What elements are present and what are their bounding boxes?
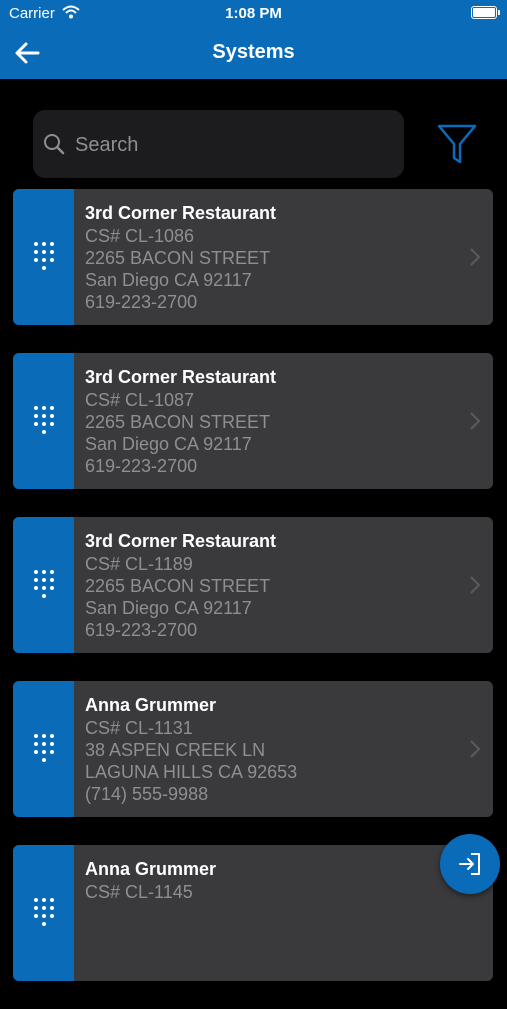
card-accent (13, 845, 74, 981)
system-card[interactable]: 3rd Corner Restaurant CS# CL-1189 2265 B… (13, 517, 493, 653)
keypad-icon (34, 898, 54, 926)
system-street: 2265 BACON STREET (85, 248, 271, 268)
app-header: Carrier 1:08 PM Systems (0, 0, 507, 79)
system-city: San Diego CA 92117 (85, 598, 252, 618)
logout-button[interactable] (440, 834, 500, 894)
system-city: LAGUNA HILLS CA 92653 (85, 762, 298, 782)
keypad-icon (34, 242, 54, 270)
sign-in-icon (459, 853, 480, 875)
system-card[interactable]: Anna Grummer CS# CL-1131 38 ASPEN CREEK … (13, 681, 493, 817)
keypad-icon (34, 406, 54, 434)
chevron-right-icon (470, 248, 481, 266)
system-name: Anna Grummer (85, 859, 217, 879)
system-card[interactable]: 3rd Corner Restaurant CS# CL-1087 2265 B… (13, 353, 493, 489)
chevron-right-icon (470, 412, 481, 430)
card-accent (13, 353, 74, 489)
system-card[interactable]: Anna Grummer CS# CL-1145 (13, 845, 493, 981)
page-title: Systems (212, 41, 295, 63)
system-phone: 619-223-2700 (85, 620, 198, 640)
card-accent (13, 517, 74, 653)
status-time: 1:08 PM (225, 5, 282, 22)
status-bar: Carrier 1:08 PM (0, 0, 507, 28)
keypad-icon (34, 570, 54, 598)
system-phone: 619-223-2700 (85, 292, 198, 312)
system-city: San Diego CA 92117 (85, 270, 252, 290)
chevron-right-icon (470, 740, 481, 758)
system-street: 2265 BACON STREET (85, 576, 271, 596)
system-street: 38 ASPEN CREEK LN (85, 740, 266, 760)
system-name: 3rd Corner Restaurant (85, 203, 277, 223)
system-card[interactable]: 3rd Corner Restaurant CS# CL-1086 2265 B… (13, 189, 493, 325)
system-cs-number: CS# CL-1086 (85, 226, 195, 246)
search-input[interactable] (73, 128, 387, 162)
system-phone: 619-223-2700 (85, 456, 198, 476)
system-name: 3rd Corner Restaurant (85, 531, 277, 551)
filter-icon[interactable] (436, 122, 478, 166)
system-street: 2265 BACON STREET (85, 412, 271, 432)
search-bar[interactable] (33, 110, 404, 178)
search-icon (44, 134, 65, 155)
card-accent (13, 681, 74, 817)
card-accent (13, 189, 74, 325)
systems-list: 3rd Corner Restaurant CS# CL-1086 2265 B… (13, 189, 493, 1009)
system-cs-number: CS# CL-1131 (85, 718, 193, 738)
system-cs-number: CS# CL-1189 (85, 554, 193, 574)
keypad-icon (34, 734, 54, 762)
system-city: San Diego CA 92117 (85, 434, 252, 454)
system-name: Anna Grummer (85, 695, 217, 715)
system-name: 3rd Corner Restaurant (85, 367, 277, 387)
system-phone: (714) 555-9988 (85, 784, 209, 804)
chevron-right-icon (470, 576, 481, 594)
battery-icon (471, 6, 500, 19)
system-cs-number: CS# CL-1087 (85, 390, 195, 410)
